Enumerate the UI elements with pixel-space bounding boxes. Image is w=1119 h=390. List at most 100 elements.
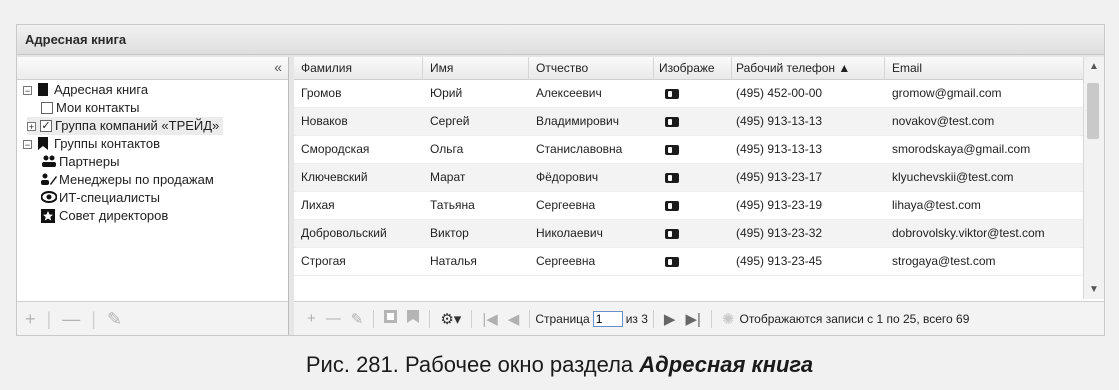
- grid-toolbar: + — ✎ ⚙▾ |◀ ◀ Страница из 3 ▶ ▶| ✺ Отобр…: [294, 301, 1104, 335]
- add-button[interactable]: +: [25, 309, 36, 329]
- cell-work-phone: (495) 913-13-13: [736, 114, 823, 128]
- grid-body: Громов Юрий Алексеевич (495) 452-00-00 g…: [294, 80, 1084, 299]
- tree-panel: « − Адресная книга Мои контакты + ✓ Груп…: [17, 57, 289, 335]
- contact-card-button[interactable]: [384, 310, 398, 327]
- scroll-up-arrow-icon[interactable]: ▲: [1084, 61, 1104, 72]
- column-header-image[interactable]: Изображе: [654, 57, 732, 79]
- checked-checkbox-icon[interactable]: ✓: [40, 120, 52, 132]
- table-row[interactable]: Смородская Ольга Станиславовна (495) 913…: [294, 136, 1084, 164]
- cell-work-phone: (495) 913-23-17: [736, 170, 823, 184]
- table-row[interactable]: Громов Юрий Алексеевич (495) 452-00-00 g…: [294, 80, 1084, 108]
- first-page-button[interactable]: |◀: [482, 310, 497, 328]
- grid-header: Фамилия Имя Отчество Изображе Рабочий те…: [294, 57, 1104, 80]
- eye-icon: [40, 191, 58, 205]
- tree-toggle-minus-icon[interactable]: −: [23, 85, 32, 95]
- collapse-panel-button[interactable]: «: [274, 59, 282, 75]
- cell-image: [654, 192, 732, 219]
- bookmark-icon: [36, 137, 50, 151]
- bookmark-button[interactable]: [407, 310, 420, 327]
- tree-node-sales-managers[interactable]: Менеджеры по продажам: [41, 171, 214, 189]
- tree-node-label: Группы контактов: [54, 136, 160, 151]
- toolbar-divider: [710, 309, 712, 328]
- column-header-work-phone[interactable]: Рабочий телефон ▲: [732, 57, 885, 79]
- toolbar-divider: [373, 309, 375, 328]
- contact-card-icon: [665, 200, 679, 211]
- table-row[interactable]: Строгая Наталья Сергеевна (495) 913-23-4…: [294, 248, 1084, 276]
- tree-toolbar: + | — | ✎: [17, 301, 288, 335]
- remove-button[interactable]: —: [62, 309, 80, 329]
- tree-node-my-contacts[interactable]: Мои контакты: [41, 99, 140, 117]
- cell-email: klyuchevskii@test.com: [892, 170, 1014, 184]
- cell-last-name: Строгая: [301, 254, 346, 268]
- cell-image: [654, 164, 732, 191]
- prev-page-button[interactable]: ◀: [508, 310, 520, 328]
- cell-first-name: Марат: [430, 170, 466, 184]
- refresh-icon[interactable]: ✺: [722, 310, 735, 328]
- book-icon: [36, 83, 50, 97]
- edit-record-button[interactable]: ✎: [351, 310, 364, 328]
- add-record-button[interactable]: +: [307, 310, 316, 327]
- tree-node-label: ИТ-специалисты: [59, 190, 160, 205]
- toolbar-divider: [652, 309, 654, 328]
- tree-toggle-plus-icon[interactable]: +: [27, 121, 36, 131]
- tree-node-partners[interactable]: Партнеры: [41, 153, 119, 171]
- tree-header: «: [17, 57, 288, 80]
- toolbar-divider: |: [46, 309, 52, 329]
- contacts-grid: Фамилия Имя Отчество Изображе Рабочий те…: [294, 57, 1104, 335]
- cell-image: [654, 220, 732, 247]
- cell-last-name: Смородская: [301, 142, 370, 156]
- column-header-last-name[interactable]: Фамилия: [294, 57, 423, 79]
- cell-middle-name: Фёдорович: [536, 170, 599, 184]
- cell-last-name: Ключевский: [301, 170, 368, 184]
- tree-node-it-specialists[interactable]: ИТ-специалисты: [40, 189, 160, 207]
- remove-record-button[interactable]: —: [326, 310, 341, 327]
- cell-email: gromow@gmail.com: [892, 86, 1002, 100]
- tree-node-label: Мои контакты: [56, 100, 140, 115]
- tree-node-label: Менеджеры по продажам: [59, 172, 214, 187]
- table-row[interactable]: Добровольский Виктор Николаевич (495) 91…: [294, 220, 1084, 248]
- cell-last-name: Лихая: [301, 198, 335, 212]
- tree-toggle-minus-icon[interactable]: −: [23, 139, 32, 149]
- page-number-input[interactable]: [592, 310, 623, 327]
- cell-email: dobrovolsky.viktor@test.com: [892, 226, 1045, 240]
- cell-image: [654, 136, 732, 163]
- cell-last-name: Громов: [301, 86, 342, 100]
- vertical-scrollbar[interactable]: ▲ ▼: [1083, 57, 1104, 299]
- last-page-button[interactable]: ▶|: [685, 310, 700, 328]
- scroll-down-arrow-icon[interactable]: ▼: [1084, 284, 1104, 295]
- records-status: Отображаются записи с 1 по 25, всего 69: [739, 311, 970, 326]
- table-row[interactable]: Новаков Сергей Владимирович (495) 913-13…: [294, 108, 1084, 136]
- cell-first-name: Виктор: [430, 226, 469, 240]
- settings-icon[interactable]: ⚙▾: [440, 310, 461, 328]
- column-header-first-name[interactable]: Имя: [423, 57, 529, 79]
- cell-email: strogaya@test.com: [892, 254, 996, 268]
- table-row[interactable]: Лихая Татьяна Сергеевна (495) 913-23-19 …: [294, 192, 1084, 220]
- checkbox-icon[interactable]: [41, 102, 53, 114]
- caption-emphasis: Адресная книга: [639, 352, 814, 377]
- cell-email: novakov@test.com: [892, 114, 995, 128]
- edit-button[interactable]: ✎: [107, 309, 122, 329]
- tree-node-contact-groups[interactable]: − Группы контактов: [23, 135, 160, 153]
- cell-work-phone: (495) 913-23-45: [736, 254, 823, 268]
- table-row[interactable]: Ключевский Марат Фёдорович (495) 913-23-…: [294, 164, 1084, 192]
- panel-title: Адресная книга: [17, 25, 1104, 55]
- tree-node-board-of-directors[interactable]: Совет директоров: [41, 207, 168, 225]
- next-page-button[interactable]: ▶: [664, 310, 676, 328]
- column-header-email[interactable]: Email: [885, 57, 1084, 79]
- cell-image: [654, 108, 732, 135]
- cell-first-name: Юрий: [430, 86, 463, 100]
- tree-node-label: Партнеры: [59, 154, 120, 169]
- toolbar-divider: [471, 309, 473, 328]
- toolbar-divider: [429, 309, 431, 328]
- page-label: Страница: [535, 311, 590, 326]
- cell-email: lihaya@test.com: [892, 198, 981, 212]
- column-header-middle-name[interactable]: Отчество: [529, 57, 654, 79]
- cell-middle-name: Станиславовна: [536, 142, 623, 156]
- tree-node-company-group[interactable]: + ✓ Группа компаний «ТРЕЙД»: [27, 117, 224, 135]
- contact-card-icon: [665, 88, 679, 99]
- toolbar-divider: |: [91, 309, 96, 329]
- tree-node-label: Адресная книга: [54, 82, 149, 97]
- tree-node-address-book[interactable]: − Адресная книга: [23, 81, 148, 99]
- scrollbar-thumb[interactable]: [1087, 83, 1099, 139]
- cell-first-name: Ольга: [430, 142, 464, 156]
